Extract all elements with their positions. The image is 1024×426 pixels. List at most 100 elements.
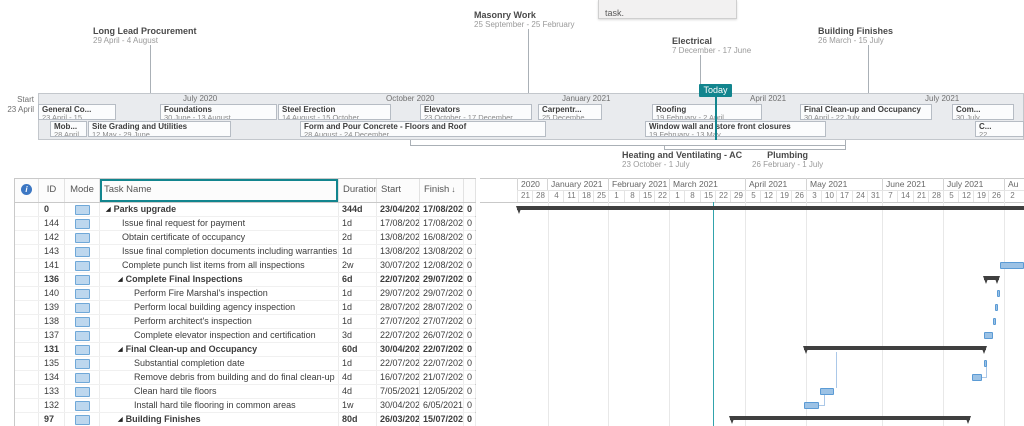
cell-id[interactable]: 0 bbox=[39, 203, 65, 216]
cell-start[interactable]: 30/07/2021 bbox=[377, 259, 420, 272]
timescale-week-cell[interactable]: 17 bbox=[836, 190, 852, 202]
cell-duration[interactable]: 60d bbox=[339, 343, 377, 356]
cell-indicator[interactable] bbox=[15, 245, 39, 258]
cell-mode[interactable] bbox=[65, 259, 100, 272]
timescale-week-cell[interactable]: 5 bbox=[943, 190, 959, 202]
cell-finish[interactable]: 12/08/2021 bbox=[420, 259, 464, 272]
cell-id[interactable]: 139 bbox=[39, 301, 65, 314]
timescale-month-cell[interactable]: Au bbox=[1004, 178, 1024, 190]
cell-id[interactable]: 135 bbox=[39, 357, 65, 370]
gantt-bar[interactable] bbox=[804, 402, 819, 409]
timescale-month-cell[interactable]: April 2021 bbox=[745, 178, 806, 190]
timeline-callout[interactable]: Building Finishes 26 March - 15 July bbox=[818, 26, 893, 45]
cell-id[interactable]: 134 bbox=[39, 371, 65, 384]
cell-duration[interactable]: 4d bbox=[339, 371, 377, 384]
timeline-task-bar[interactable]: Com... 30 July bbox=[952, 104, 1014, 120]
timeline-task-bar[interactable]: C... 22... bbox=[975, 121, 1024, 137]
gantt-bar[interactable] bbox=[972, 374, 982, 381]
timeline-callout[interactable]: Long Lead Procurement 29 April - 4 Augus… bbox=[93, 26, 197, 45]
cell-indicator[interactable] bbox=[15, 385, 39, 398]
cell-duration[interactable]: 1d bbox=[339, 301, 377, 314]
timescale-week-cell[interactable]: 31 bbox=[867, 190, 883, 202]
cell-indicator[interactable] bbox=[15, 217, 39, 230]
timeline-callout[interactable]: Plumbing 26 February - 1 July bbox=[752, 150, 823, 169]
cell-duration[interactable]: 1d bbox=[339, 245, 377, 258]
cell-finish[interactable]: 26/07/2021 bbox=[420, 329, 464, 342]
cell-start[interactable]: 30/04/2021 bbox=[377, 399, 420, 412]
timeline-task-bar[interactable]: Site Grading and Utilities 12 May - 29 J… bbox=[88, 121, 231, 137]
timescale-week-cell[interactable]: 2 bbox=[1004, 190, 1020, 202]
col-header-duration[interactable]: Duration bbox=[339, 179, 377, 202]
cell-finish[interactable]: 29/07/2021 bbox=[420, 273, 464, 286]
timescale-week-cell[interactable]: 8 bbox=[684, 190, 700, 202]
cell-start[interactable]: 17/08/2021 bbox=[377, 217, 420, 230]
gantt-bar[interactable] bbox=[517, 206, 1024, 210]
timescale-week-cell[interactable]: 4 bbox=[548, 190, 564, 202]
cell-start[interactable]: 26/03/2021 bbox=[377, 413, 420, 426]
cell-indicator[interactable] bbox=[15, 329, 39, 342]
cell-task-name[interactable]: ◢Substantial completion date bbox=[100, 357, 339, 370]
timeline-task-bar[interactable]: Steel Erection 14 August - 15 October bbox=[278, 104, 391, 120]
cell-duration[interactable]: 4d bbox=[339, 385, 377, 398]
timescale-week-cell[interactable]: 8 bbox=[624, 190, 640, 202]
table-row[interactable]: 97 ◢Building Finishes 80d 26/03/2021 15/… bbox=[15, 413, 475, 426]
cell-duration[interactable]: 1d bbox=[339, 287, 377, 300]
cell-indicator[interactable] bbox=[15, 371, 39, 384]
timeline-task-bar[interactable]: Foundations 30 June - 13 August bbox=[160, 104, 277, 120]
timescale-month-cell[interactable]: July 2021 bbox=[943, 178, 1004, 190]
cell-finish[interactable]: 21/07/2021 bbox=[420, 371, 464, 384]
timescale-week-cell[interactable]: 10 bbox=[821, 190, 837, 202]
cell-task-name[interactable]: ◢Building Finishes bbox=[100, 413, 339, 426]
cell-finish[interactable]: 22/07/2021 bbox=[420, 343, 464, 356]
cell-start[interactable]: 22/07/2021 bbox=[377, 329, 420, 342]
cell-mode[interactable] bbox=[65, 273, 100, 286]
cell-id[interactable]: 138 bbox=[39, 315, 65, 328]
col-header-start[interactable]: Start bbox=[377, 179, 420, 202]
cell-finish[interactable]: 6/05/2021 bbox=[420, 399, 464, 412]
table-row[interactable]: 132 ◢Install hard tile flooring in commo… bbox=[15, 399, 475, 413]
cell-id[interactable]: 142 bbox=[39, 231, 65, 244]
cell-duration[interactable]: 80d bbox=[339, 413, 377, 426]
cell-finish[interactable]: 15/07/2021 bbox=[420, 413, 464, 426]
cell-task-name[interactable]: ◢Perform local building agency inspectio… bbox=[100, 301, 339, 314]
table-row[interactable]: 133 ◢Clean hard tile floors 4d 7/05/2021… bbox=[15, 385, 475, 399]
cell-mode[interactable] bbox=[65, 203, 100, 216]
gantt-bar[interactable] bbox=[995, 304, 998, 311]
table-row[interactable]: 134 ◢Remove debris from building and do … bbox=[15, 371, 475, 385]
collapse-triangle-icon[interactable]: ◢ bbox=[118, 347, 123, 353]
timeline-task-bar[interactable]: Mob... 28 April bbox=[50, 121, 87, 137]
cell-task-name[interactable]: ◢Install hard tile flooring in common ar… bbox=[100, 399, 339, 412]
cell-mode[interactable] bbox=[65, 371, 100, 384]
timeline-task-bar[interactable]: Form and Pour Concrete - Floors and Roof… bbox=[300, 121, 546, 137]
timeline-callout[interactable]: Heating and Ventilating - AC 23 October … bbox=[622, 150, 742, 169]
table-row[interactable]: 143 ◢Issue final completion documents in… bbox=[15, 245, 475, 259]
timeline-callout[interactable]: Masonry Work 25 September - 25 February bbox=[474, 10, 575, 29]
cell-mode[interactable] bbox=[65, 231, 100, 244]
cell-finish[interactable]: 29/07/2021 bbox=[420, 287, 464, 300]
timescale-week-cell[interactable]: 28 bbox=[928, 190, 944, 202]
table-row[interactable]: 0 ◢Parks upgrade 344d 23/04/2020 17/08/2… bbox=[15, 203, 475, 217]
timescale-month-cell[interactable]: January 2021 bbox=[547, 178, 608, 190]
col-header-mode[interactable]: Mode bbox=[65, 179, 100, 202]
cell-start[interactable]: 22/07/2021 bbox=[377, 357, 420, 370]
cell-start[interactable]: 30/04/2021 bbox=[377, 343, 420, 356]
cell-duration[interactable]: 2d bbox=[339, 231, 377, 244]
cell-id[interactable]: 141 bbox=[39, 259, 65, 272]
cell-start[interactable]: 13/08/2021 bbox=[377, 231, 420, 244]
timeline-task-bar[interactable]: Final Clean-up and Occupancy 30 April - … bbox=[800, 104, 932, 120]
table-row[interactable]: 131 ◢Final Clean-up and Occupancy 60d 30… bbox=[15, 343, 475, 357]
col-header-id[interactable]: ID bbox=[39, 179, 65, 202]
gantt-bar[interactable] bbox=[997, 290, 1000, 297]
gantt-bar[interactable] bbox=[984, 360, 987, 367]
cell-finish[interactable]: 17/08/2021 bbox=[420, 217, 464, 230]
cell-task-name[interactable]: ◢Parks upgrade bbox=[100, 203, 339, 216]
timescale-week-cell[interactable]: 3 bbox=[806, 190, 822, 202]
cell-duration[interactable]: 344d bbox=[339, 203, 377, 216]
timeline-task-bar[interactable]: Window wall and store front closures 19 … bbox=[645, 121, 826, 137]
cell-id[interactable]: 137 bbox=[39, 329, 65, 342]
cell-duration[interactable]: 1d bbox=[339, 217, 377, 230]
cell-duration[interactable]: 1d bbox=[339, 315, 377, 328]
timeline-task-bar[interactable]: Roofing 19 February - 2 April bbox=[652, 104, 762, 120]
cell-task-name[interactable]: ◢Complete elevator inspection and certif… bbox=[100, 329, 339, 342]
cell-task-name[interactable]: ◢Obtain certificate of occupancy bbox=[100, 231, 339, 244]
